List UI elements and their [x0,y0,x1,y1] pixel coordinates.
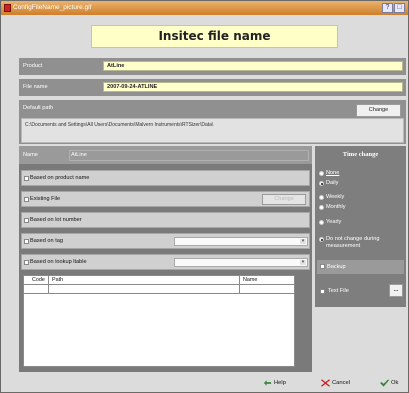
product-field[interactable]: AtLine [103,61,403,71]
lookup-table-grid[interactable]: Code Path Name [23,275,295,367]
default-path-panel: Default path Change C:\Documents and Set… [19,100,406,144]
cancel-label: Cancel [332,380,351,386]
name-field[interactable] [69,150,309,161]
default-path-label: Default path [23,105,54,111]
text-file-label: Text File [328,288,349,294]
option-based-on-tag[interactable]: Based on tag ▾ [21,233,310,249]
checkbox-icon[interactable] [24,260,29,265]
lookup-table-select[interactable]: ▾ [174,258,308,267]
radio-icon[interactable] [319,205,324,210]
checkbox-icon[interactable] [320,264,325,269]
file-name-label: File name [23,84,48,90]
tag-select[interactable]: ▾ [174,237,308,246]
chevron-down-icon[interactable]: ▾ [300,260,306,265]
column-code: Code [32,277,45,283]
option-label: Based on product name [30,175,90,181]
column-path: Path [52,277,64,283]
radio-selected-icon[interactable] [319,181,324,186]
existing-file-change-button[interactable]: Change [262,194,306,205]
backup-row[interactable]: Backup [317,260,404,274]
grid-divider [239,276,240,294]
grid-divider [48,276,49,294]
file-name-field[interactable]: 2007-09-24-ATLINE [103,82,403,92]
radio-label: Monthly [326,204,346,210]
backup-label: Backup [327,264,346,270]
radio-icon[interactable] [319,171,324,176]
ok-label: Ok [391,380,399,386]
grid-row[interactable] [24,293,294,294]
checkbox-icon[interactable] [24,176,29,181]
default-path-change-button[interactable]: Change [356,104,401,117]
name-row: Name AtLine [19,146,312,164]
text-file-panel: Text File ... [315,279,406,303]
name-label: Name [23,152,38,158]
cancel-icon [321,379,330,387]
help-label: Help [274,380,286,386]
product-row: Product AtLine [19,58,406,75]
text-file-browse-button[interactable]: ... [389,284,403,297]
column-name: Name [243,277,258,283]
option-label: Based on lot number [30,217,82,223]
grid-header: Code Path Name [24,276,294,285]
product-label: Product [23,63,43,69]
app-icon [4,4,11,12]
help-icon [263,380,272,386]
option-label: Based on lookup ltable [30,259,87,265]
cancel-button[interactable]: Cancel [321,378,361,389]
time-change-title: Time change [342,151,379,158]
help-button[interactable]: Help [263,378,297,389]
radio-icon[interactable] [319,220,324,225]
title-bar: ConfigFileName_picture.gif ? □ [1,1,408,15]
checkbox-icon[interactable] [24,197,29,202]
config-file-name-window: ConfigFileName_picture.gif ? □ Insitec f… [0,0,409,393]
option-existing-file[interactable]: Existing File Change [21,191,310,207]
checkmark-icon [380,379,389,387]
file-name-row: File name 2007-09-24-ATLINE [19,79,406,96]
radio-icon[interactable] [319,195,324,200]
checkbox-icon[interactable] [24,239,29,244]
option-label: Existing File [30,196,61,202]
option-based-on-product-name[interactable]: Based on product name [21,170,310,186]
chevron-down-icon[interactable]: ▾ [300,239,306,244]
checkbox-icon[interactable] [320,289,325,294]
title-bar-buttons: ? □ [382,3,405,13]
window-title: ConfigFileName_picture.gif [13,4,92,11]
radio-label: None [326,170,340,176]
help-title-icon[interactable]: ? [382,3,393,13]
default-path-field[interactable]: C:\Documents and Settings\All Users\Docu… [21,118,404,143]
checkbox-label: Do not change during measurement [326,236,380,249]
radio-label: Yearly [326,219,342,225]
radio-label: Weekly [326,194,345,200]
checkbox-icon[interactable] [24,218,29,223]
maximize-icon[interactable]: □ [394,3,405,13]
checkbox-icon[interactable] [319,237,324,242]
dialog-heading: Insitec file name [91,25,338,48]
radio-label: Daily [326,180,339,186]
option-based-on-lot-number[interactable]: Based on lot number [21,212,310,228]
option-label: Based on tag [30,238,63,244]
option-based-on-lookup-table[interactable]: Based on lookup ltable ▾ [21,254,310,270]
ok-button[interactable]: Ok [380,378,406,389]
